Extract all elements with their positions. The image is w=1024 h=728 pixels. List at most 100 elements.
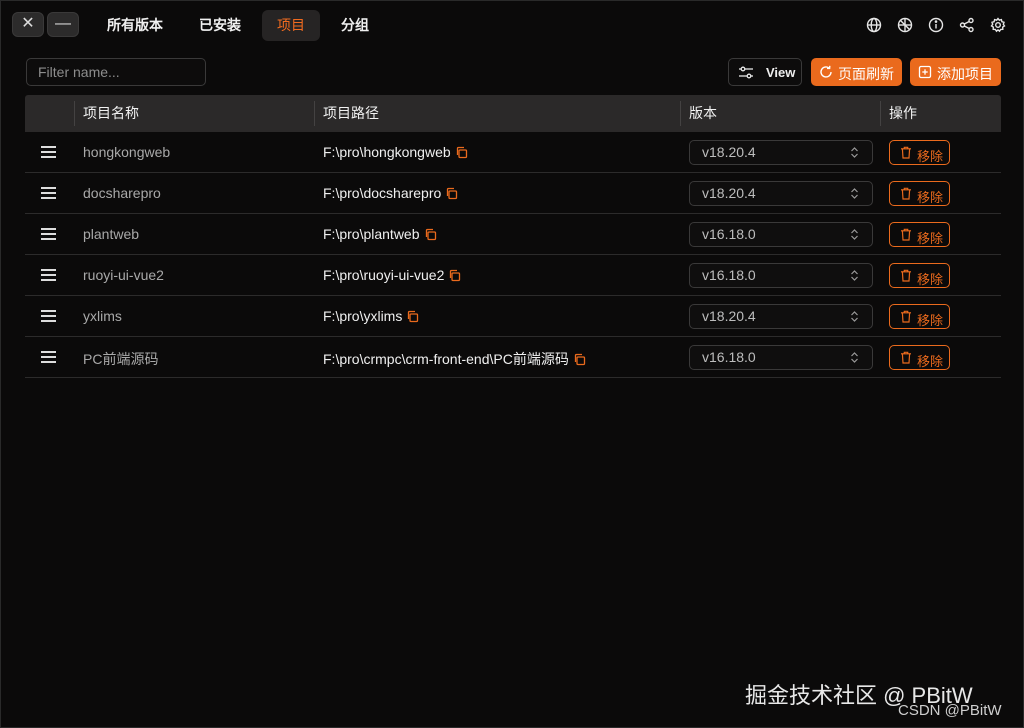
project-name: hongkongweb	[83, 144, 171, 160]
project-path: F:\pro\docsharepro	[323, 185, 442, 201]
version-select[interactable]: v18.20.4	[689, 140, 873, 165]
remove-button[interactable]: 移除	[889, 345, 950, 370]
version-value: v18.20.4	[702, 308, 756, 324]
view-button[interactable]: View	[728, 58, 802, 86]
project-path-cell: F:\pro\plantweb	[323, 226, 437, 242]
aperture-icon[interactable]	[896, 16, 914, 34]
tab-groups[interactable]: 分组	[326, 10, 384, 41]
table-header: 项目名称 项目路径 版本 操作	[25, 95, 1001, 132]
project-name: yxlims	[83, 308, 122, 324]
version-select[interactable]: v16.18.0	[689, 345, 873, 370]
settings-icon[interactable]	[989, 16, 1007, 34]
table-row: hongkongweb F:\pro\hongkongweb v18.20.4 移除	[25, 132, 1001, 173]
table-row: PC前端源码 F:\pro\crmpc\crm-front-end\PC前端源码 v…	[25, 337, 1001, 378]
select-arrows-icon	[851, 311, 858, 322]
project-path: F:\pro\crmpc\crm-front-end\PC前端源码	[323, 351, 569, 367]
projects-table: 项目名称 项目路径 版本 操作 hongkongweb F:\pro\hongko…	[25, 95, 1001, 378]
version-value: v16.18.0	[702, 267, 756, 283]
remove-button[interactable]: 移除	[889, 263, 950, 288]
version-select[interactable]: v18.20.4	[689, 181, 873, 206]
share-icon[interactable]	[958, 16, 976, 34]
trash-icon	[901, 310, 911, 323]
project-name: ruoyi-ui-vue2	[83, 267, 164, 283]
project-path-cell: F:\pro\docsharepro	[323, 185, 458, 201]
table-body: hongkongweb F:\pro\hongkongweb v18.20.4 移除 d…	[25, 132, 1001, 378]
version-select[interactable]: v16.18.0	[689, 263, 873, 288]
table-row: yxlims F:\pro\yxlims v18.20.4 移除	[25, 296, 1001, 337]
refresh-icon	[820, 65, 832, 78]
title-bar: ✕ — 所有版本 已安装 项目 分组	[1, 1, 1023, 49]
select-arrows-icon	[851, 270, 858, 281]
version-value: v18.20.4	[702, 185, 756, 201]
copy-icon[interactable]	[406, 310, 419, 323]
refresh-page-label: 页面刷新	[838, 66, 894, 82]
drag-handle-icon[interactable]	[41, 146, 56, 158]
project-path-cell: F:\pro\ruoyi-ui-vue2	[323, 267, 461, 283]
project-path: F:\pro\hongkongweb	[323, 144, 451, 160]
add-project-label: 添加项目	[937, 66, 993, 82]
version-select[interactable]: v18.20.4	[689, 304, 873, 329]
project-path: F:\pro\plantweb	[323, 226, 420, 242]
refresh-page-button[interactable]: 页面刷新	[811, 58, 902, 86]
trash-icon	[901, 269, 911, 282]
trash-icon	[901, 351, 911, 364]
project-name: PC前端源码	[83, 351, 159, 367]
sliders-icon	[739, 66, 753, 79]
app-window: ✕ — 所有版本 已安装 项目 分组 View 页面刷新 添加项目	[0, 0, 1024, 728]
drag-handle-icon[interactable]	[41, 187, 56, 199]
remove-button[interactable]: 移除	[889, 222, 950, 247]
version-select[interactable]: v16.18.0	[689, 222, 873, 247]
drag-handle-icon[interactable]	[41, 228, 56, 240]
project-path-cell: F:\pro\yxlims	[323, 308, 419, 324]
version-value: v16.18.0	[702, 349, 756, 365]
tab-projects[interactable]: 项目	[262, 10, 320, 41]
copy-icon[interactable]	[445, 187, 458, 200]
column-header-name: 项目名称	[74, 101, 139, 126]
watermark-csdn: CSDN @PBitW	[898, 702, 1002, 719]
copy-icon[interactable]	[448, 269, 461, 282]
remove-label: 移除	[917, 190, 944, 205]
table-row: docsharepro F:\pro\docsharepro v18.20.4 移除	[25, 173, 1001, 214]
copy-icon[interactable]	[455, 146, 468, 159]
view-button-label: View	[766, 65, 796, 80]
version-value: v16.18.0	[702, 226, 756, 242]
close-button[interactable]: ✕	[12, 12, 44, 37]
drag-handle-icon[interactable]	[41, 269, 56, 281]
drag-handle-icon[interactable]	[41, 351, 56, 363]
column-header-version: 版本	[680, 101, 717, 126]
trash-icon	[901, 228, 911, 241]
project-name: plantweb	[83, 226, 140, 242]
trash-icon	[901, 187, 911, 200]
remove-label: 移除	[917, 231, 944, 246]
remove-button[interactable]: 移除	[889, 304, 950, 329]
add-project-button[interactable]: 添加项目	[910, 58, 1001, 86]
version-value: v18.20.4	[702, 144, 756, 160]
project-path-cell: F:\pro\crmpc\crm-front-end\PC前端源码	[323, 349, 586, 369]
remove-label: 移除	[917, 149, 944, 164]
globe-icon[interactable]	[865, 16, 883, 34]
trash-icon	[901, 146, 911, 159]
project-name: docsharepro	[83, 185, 161, 201]
filter-name-input[interactable]	[26, 58, 206, 86]
select-arrows-icon	[851, 147, 858, 158]
remove-label: 移除	[917, 354, 944, 369]
copy-icon[interactable]	[424, 228, 437, 241]
select-arrows-icon	[851, 188, 858, 199]
column-header-action: 操作	[880, 101, 917, 126]
drag-handle-icon[interactable]	[41, 310, 56, 322]
plus-square-icon	[918, 65, 932, 79]
remove-button[interactable]: 移除	[889, 140, 950, 165]
minimize-button[interactable]: —	[47, 12, 79, 37]
remove-label: 移除	[917, 313, 944, 328]
project-path: F:\pro\yxlims	[323, 308, 403, 324]
copy-icon[interactable]	[573, 353, 586, 366]
select-arrows-icon	[851, 352, 858, 363]
info-icon[interactable]	[927, 16, 945, 34]
tab-all-versions[interactable]: 所有版本	[92, 10, 178, 41]
select-arrows-icon	[851, 229, 858, 240]
tab-installed[interactable]: 已安装	[184, 10, 256, 41]
remove-button[interactable]: 移除	[889, 181, 950, 206]
table-row: ruoyi-ui-vue2 F:\pro\ruoyi-ui-vue2 v16.18.…	[25, 255, 1001, 296]
remove-label: 移除	[917, 272, 944, 287]
project-path-cell: F:\pro\hongkongweb	[323, 144, 468, 160]
